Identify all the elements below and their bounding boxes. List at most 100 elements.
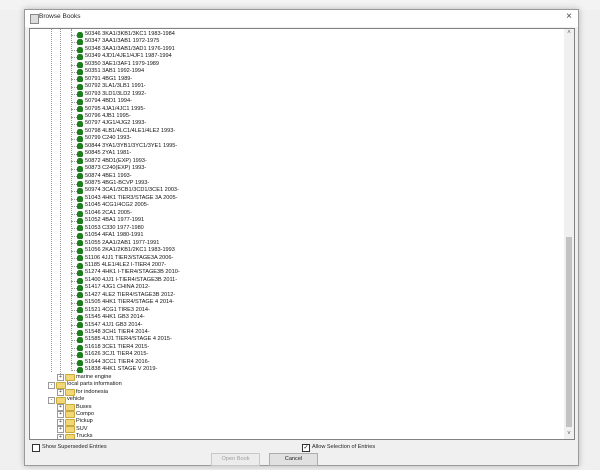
open-book-button[interactable]: Open Book	[211, 453, 260, 466]
book-icon	[77, 91, 83, 98]
book-entry[interactable]: 51505 4HK1 TIER4/STAGE 4 2014-	[85, 299, 174, 306]
expand-icon[interactable]: +	[57, 433, 64, 439]
book-entry[interactable]: 50974 3CA1/3CB1/3CD1/3CE1 2003-	[85, 187, 179, 194]
book-entry[interactable]: 50346 3KA1/3KB1/3KC1 1983-1984	[85, 31, 175, 38]
close-icon[interactable]: ×	[566, 11, 572, 22]
book-icon	[77, 188, 83, 195]
book-entry[interactable]: 51626 3CJ1 TIER4 2015-	[85, 351, 148, 358]
book-icon	[77, 232, 83, 239]
book-entry[interactable]: 50875 4BG1-BCVP 1993-	[85, 180, 149, 187]
expand-icon[interactable]: +	[57, 389, 64, 397]
book-entry[interactable]: 50845 2YA1 1981-	[85, 150, 131, 157]
tree-line	[51, 29, 52, 372]
book-entry[interactable]: 51053 C330 1977-1980	[85, 225, 144, 232]
book-icon	[77, 210, 83, 217]
book-icon	[77, 98, 83, 105]
book-icon	[77, 203, 83, 210]
collapse-icon[interactable]: -	[48, 396, 55, 404]
book-icon	[77, 46, 83, 53]
book-entry[interactable]: 50350 3AE1/3AF1 1979-1989	[85, 61, 159, 68]
book-entry[interactable]: 50348 3AA1/3AB1/3AD1 1976-1991	[85, 46, 175, 53]
book-entry[interactable]: 50844 3YA1/3YB1/3YC1/3YE1 1995-	[85, 143, 177, 150]
cancel-button[interactable]: Cancel	[269, 453, 318, 466]
book-entry[interactable]: 51585 4JJ1 TIER4/STAGE 4 2015-	[85, 336, 172, 343]
book-icon	[77, 68, 83, 75]
book-entry[interactable]: 51427 4LE2 TIER4/STAGE3B 2012-	[85, 292, 175, 299]
folder-icon	[65, 426, 75, 434]
book-entry[interactable]: 51043 4HK1 TIER3/STAGE 3A 2005-	[85, 195, 177, 202]
book-icon	[77, 106, 83, 113]
book-icon	[77, 366, 83, 373]
browse-books-dialog: Browse Books × ˄ ˅ 50346 3KA1/3KB1/3KC1 …	[24, 9, 579, 466]
book-entry[interactable]: 51274 4HK1 I-TIER4/STAGE3B 2010-	[85, 269, 180, 276]
book-entry[interactable]: 51054 4FA1 1980-1991	[85, 232, 143, 239]
book-entry[interactable]: 50793 3LD1/3LD2 1992-	[85, 91, 146, 98]
book-entry[interactable]: 51400 4JJ1 I-TIER4/STAGE3B 2011-	[85, 277, 177, 284]
book-entry[interactable]: 51052 4BA1 1977-1991	[85, 217, 144, 224]
book-entry[interactable]: 50872 4BD1(EXP) 1993-	[85, 158, 147, 165]
book-entry[interactable]: 50797 4JG1/4JG2 1993-	[85, 120, 146, 127]
book-icon	[77, 195, 83, 202]
folder-entry[interactable]: Trucks	[76, 433, 93, 439]
folder-entry[interactable]: marine engine	[76, 374, 111, 381]
book-entry[interactable]: 50799 C240 1993-	[85, 135, 131, 142]
collapse-icon[interactable]: -	[48, 381, 55, 389]
book-entry[interactable]: 50349 4JD1/4JE1/4JF1 1987-1994	[85, 53, 172, 60]
book-icon	[77, 39, 83, 46]
book-entry[interactable]: 51045 4CG1/4CG2 2005-	[85, 202, 149, 209]
book-icon	[77, 83, 83, 90]
scroll-down-icon[interactable]: ˅	[564, 430, 574, 439]
book-icon	[77, 136, 83, 142]
show-superseded-checkbox[interactable]	[32, 444, 40, 452]
book-entry[interactable]: 50873 C240(EXP) 1993-	[85, 165, 146, 172]
book-entry[interactable]: 51185 4LE1/4LE2 I-TIER4 2007-	[85, 262, 166, 269]
app-icon	[30, 14, 39, 24]
book-entry[interactable]: 50347 3AA1/3AB1 1972-1975	[85, 38, 159, 45]
folder-entry[interactable]: local parts information	[67, 381, 122, 388]
allow-selection-checkbox[interactable]: ✓	[302, 444, 310, 452]
book-entry[interactable]: 50796 4JB1 1995-	[85, 113, 131, 120]
book-entry[interactable]: 50791 4BG1 1989-	[85, 76, 132, 83]
book-entry[interactable]: 51417 4JG1 CHINA 2012-	[85, 284, 150, 291]
book-entry[interactable]: 51618 3CE1 TIER4 2015-	[85, 344, 149, 351]
expand-icon[interactable]: +	[57, 418, 64, 426]
book-entry[interactable]: 50795 4JA1/4JC1 1995-	[85, 106, 145, 113]
book-entry[interactable]: 51644 3CC1 TIER4 2016-	[85, 359, 150, 366]
book-entry[interactable]: 51521 4CG1 TIRE3 2014-	[85, 307, 150, 314]
book-icon	[77, 344, 83, 351]
book-entry[interactable]: 51056 2KA1/2KB1/2KC1 1983-1993	[85, 247, 175, 254]
book-entry[interactable]: 51055 2AA1/2AB1 1977-1991	[85, 240, 159, 247]
book-icon	[77, 247, 83, 254]
book-icon	[77, 352, 83, 359]
folder-entry[interactable]: Pickup	[76, 418, 93, 425]
folder-entry[interactable]: for indonesia	[76, 389, 108, 396]
vertical-scrollbar[interactable]: ˄ ˅	[564, 29, 574, 439]
book-entry[interactable]: 50874 4BE1 1993-	[85, 173, 132, 180]
book-entry[interactable]: 51106 4JJ1 TIER3/STAGE3A 2006-	[85, 255, 173, 262]
book-entry[interactable]: 50792 3LA1/3LB1 1991-	[85, 83, 146, 90]
expand-icon[interactable]: +	[57, 404, 64, 411]
folder-entry[interactable]: SUV	[76, 426, 88, 433]
book-entry[interactable]: 51547 4JJ1 GB3 2014-	[85, 322, 143, 329]
book-entry[interactable]: 51046 2CA1 2005-	[85, 210, 132, 217]
scrollbar-thumb[interactable]	[566, 237, 572, 427]
folder-entry[interactable]: Compo	[76, 411, 94, 418]
book-icon	[77, 31, 83, 38]
book-tree[interactable]: ˄ ˅ 50346 3KA1/3KB1/3KC1 1983-1984 50347 …	[29, 28, 575, 440]
book-icon	[77, 285, 83, 291]
book-entry[interactable]: 50798 4LB1/4LC1/4LE1/4LE2 1993-	[85, 128, 175, 135]
book-icon	[77, 307, 83, 314]
expand-icon[interactable]: +	[57, 426, 64, 434]
scroll-up-icon[interactable]: ˄	[564, 29, 574, 38]
book-entry[interactable]: 50794 4BD1 1994-	[85, 98, 132, 105]
book-entry[interactable]: 50351 3AB1 1992-1994	[85, 68, 144, 75]
folder-entry[interactable]: Buses	[76, 404, 92, 411]
book-entry[interactable]: 51838 4HK1 STAGE V 2019-	[85, 366, 157, 373]
folder-icon	[65, 411, 75, 419]
book-entry[interactable]: 51548 3CH1 TIER4 2014-	[85, 329, 150, 336]
allow-selection-label: Allow Selection of Entries	[312, 444, 376, 450]
expand-icon[interactable]: +	[57, 374, 64, 382]
book-entry[interactable]: 51545 4HK1 GB3 2014-	[85, 314, 145, 321]
folder-entry[interactable]: vehicle	[67, 396, 84, 403]
expand-icon[interactable]: +	[57, 411, 64, 419]
